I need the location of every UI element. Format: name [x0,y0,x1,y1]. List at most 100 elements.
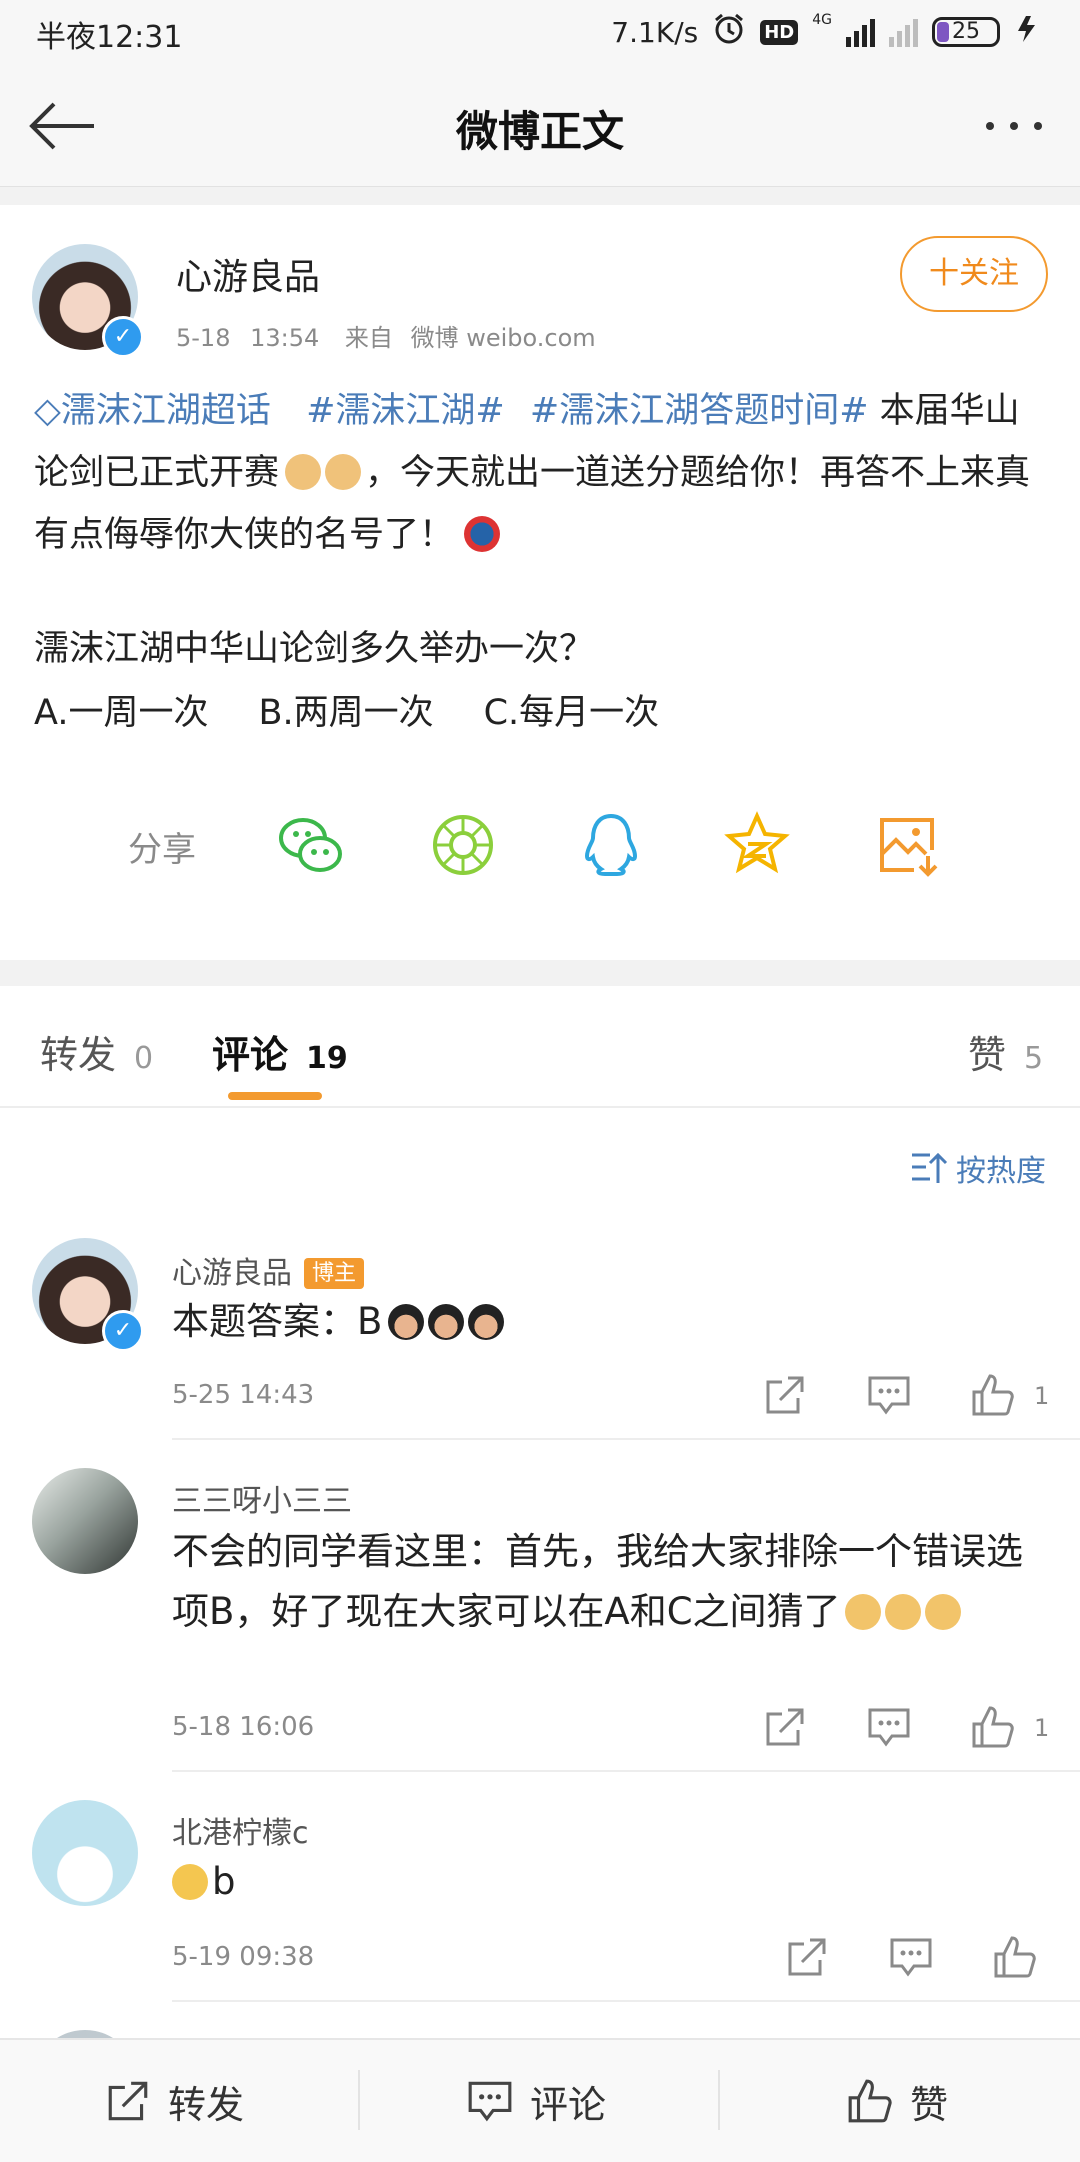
sort-label: 按热度 [956,1154,1046,1189]
status-time: 半夜12:31 [36,20,183,55]
bottom-action-bar: 转发 评论 赞 [0,2038,1080,2162]
post-source: 微博 weibo.com [410,324,596,352]
charging-icon [1014,14,1044,51]
tab-like-count: 5 [1024,1041,1044,1076]
comment-avatar[interactable] [32,1468,138,1574]
like-icon [848,2079,892,2123]
follow-button[interactable]: 十关注 [900,236,1048,312]
clap-emoji [325,454,362,490]
sort-icon [912,1152,948,1183]
verified-icon: ✓ [102,1310,144,1352]
wechat-icon[interactable] [276,810,346,880]
status-bar: 半夜12:31 7.1K/s HD 4G 25 [0,0,1080,66]
post-time: 13:54 [250,324,320,352]
bottom-divider [718,2070,720,2130]
share-icon[interactable] [762,1372,808,1418]
comment-author[interactable]: 心游良品 博主 [172,1248,365,1292]
comment-button[interactable]: 评论 [466,2040,606,2162]
alarm-icon [712,12,746,53]
question-text: 濡沫江湖中华山论剑多久举办一次？ [34,629,595,669]
tab-repost-label: 转发 [40,1033,117,1077]
more-icon [986,122,1042,130]
battery-icon: 25 [932,17,1000,47]
face-emoji [428,1304,465,1340]
like-icon[interactable] [970,1704,1016,1750]
tab-repost-count: 0 [134,1041,154,1076]
like-button[interactable]: 赞 [846,2040,948,2162]
post-source-prefix: 来自 [344,324,393,352]
reply-icon[interactable] [866,1372,912,1418]
doge-emoji [884,1594,921,1630]
tab-comment[interactable]: 评论 19 [212,1024,348,1079]
qzone-icon[interactable] [722,810,792,880]
repost-button[interactable]: 转发 [104,2040,244,2162]
options: A.一周一次 B.两周一次 C.每月一次 [34,684,659,735]
section-divider [0,960,1080,986]
diamond-icon: ◇ [34,391,61,431]
captain-emoji [464,516,501,552]
like-label: 赞 [910,2082,949,2127]
signal-2-icon [889,17,918,47]
repost-label: 转发 [168,2082,245,2127]
option-c: C.每月一次 [483,693,660,733]
tab-comment-count: 19 [306,1041,348,1076]
comment-text: 不会的同学看这里：首先，我给大家排除一个错误选项B，好了现在大家可以在A和C之间… [172,1530,1023,1633]
verified-icon: ✓ [102,316,144,358]
topic-link-2[interactable]: #濡沫江湖答题时间# [530,391,869,431]
sort-button[interactable]: 按热度 [910,1146,1046,1190]
post-date: 5-18 [176,324,231,352]
tab-repost[interactable]: 转发 0 [40,1024,153,1079]
tab-like[interactable]: 赞5 [968,1024,1043,1079]
topic-link[interactable]: #濡沫江湖# [306,391,505,431]
author-badge: 博主 [304,1258,365,1289]
status-icons: 7.1K/s HD 4G 25 [611,12,1044,52]
comment-time: 5-25 14:43 [172,1380,315,1410]
comment-icon [468,2081,512,2122]
comment-time: 5-19 09:38 [172,1942,315,1972]
comment-label: 评论 [530,2082,607,2127]
reply-icon[interactable] [888,1934,934,1980]
thinking-emoji [172,1864,208,1900]
tabs-divider [0,1106,1080,1108]
doge-emoji [924,1594,961,1630]
doge-emoji [844,1594,881,1630]
option-a: A.一周一次 [34,693,209,733]
moments-icon[interactable] [428,810,498,880]
page-title: 微博正文 [455,107,624,156]
comment-avatar[interactable] [32,1800,138,1906]
comment-divider [172,1770,1080,1772]
like-icon[interactable] [970,1372,1016,1418]
share-label: 分享 [128,830,196,870]
comment-author[interactable]: 北港柠檬c [172,1808,309,1852]
face-emoji [388,1304,425,1340]
qq-icon[interactable] [576,810,646,880]
tab-like-label: 赞 [968,1033,1007,1077]
bottom-divider [358,2070,360,2130]
share-icon [108,2081,148,2121]
like-count: 1 [1034,1714,1050,1742]
like-icon[interactable] [992,1934,1038,1980]
network-type: 4G [812,12,832,28]
share-icon[interactable] [762,1704,808,1750]
active-tab-indicator [228,1092,322,1100]
author-name[interactable]: 心游良品 [176,248,320,300]
divider [0,187,1080,205]
more-button[interactable] [974,106,1054,146]
hd-icon: HD [760,19,799,45]
reply-icon[interactable] [866,1704,912,1750]
save-image-icon[interactable] [872,810,942,880]
tab-comment-label: 评论 [212,1033,289,1077]
nav-bar: 微博正文 [0,66,1080,187]
option-b: B.两周一次 [258,693,434,733]
comment-divider [172,2000,1080,2002]
signal-icon [846,17,875,47]
net-speed: 7.1K/s [611,15,699,49]
share-icon[interactable] [784,1934,830,1980]
super-topic-link[interactable]: ◇濡沫江湖超话 [34,391,271,431]
battery-level: 25 [952,19,980,44]
comment-text: b [172,1852,236,1912]
face-emoji [468,1304,505,1340]
comment-author[interactable]: 三三呀小三三 [172,1476,352,1520]
comment-text: 本题答案：B [172,1292,508,1352]
like-count: 1 [1034,1382,1050,1410]
